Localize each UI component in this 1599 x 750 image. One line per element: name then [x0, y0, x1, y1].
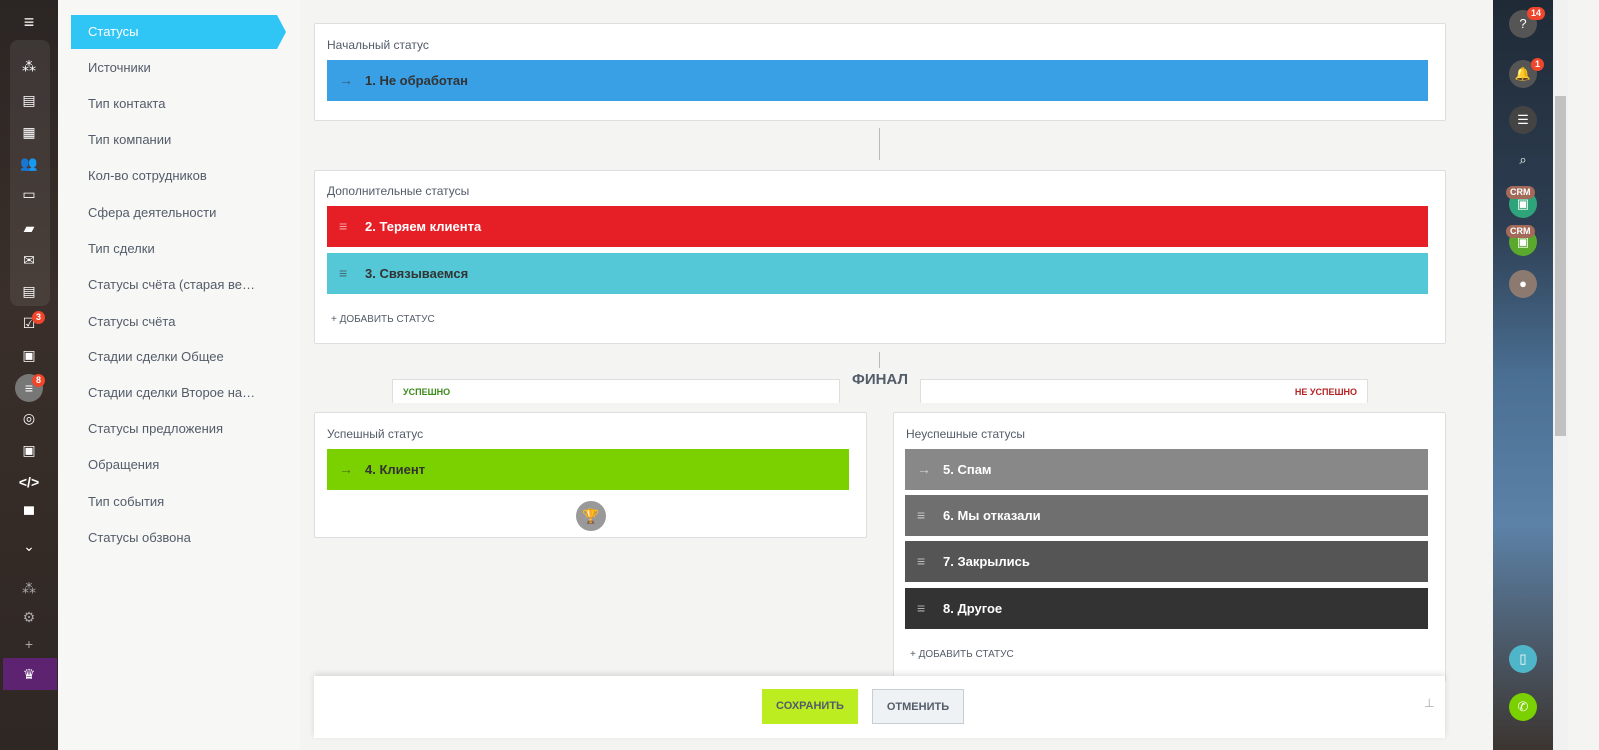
robot-icon[interactable]: ▣	[14, 438, 44, 462]
mobile-cloud-icon[interactable]: ▯	[1509, 645, 1537, 673]
calendar-icon[interactable]: ▦	[14, 120, 44, 144]
status-bar[interactable]: → 4. Клиент	[327, 449, 849, 490]
activity-icon[interactable]: ⁂	[14, 54, 44, 78]
gear-icon[interactable]: ⚙	[14, 605, 44, 629]
menu-item[interactable]: Тип компании	[88, 132, 171, 147]
tab-success[interactable]: УСПЕШНО	[392, 379, 840, 403]
drive-icon[interactable]: ▭	[14, 182, 44, 206]
messages-icon[interactable]: ☰	[1509, 106, 1537, 134]
mail-icon[interactable]: ✉	[14, 248, 44, 272]
status-bar[interactable]: → 5. Спам	[905, 449, 1428, 490]
right-bar: ? 14 🔔 1 ☰ ⌕ ▣ CRM ▣ CRM ● ▯ ✆	[1493, 0, 1553, 750]
status-name[interactable]: 2. Теряем клиента	[365, 219, 481, 234]
initial-status-panel: Начальный статус → 1. Не обработан	[314, 23, 1446, 121]
plus-icon[interactable]: +	[14, 632, 44, 656]
menu-item[interactable]: Тип сделки	[88, 241, 155, 256]
menu-item[interactable]: Статусы предложения	[88, 421, 223, 436]
more-chevron-icon[interactable]: ⌄	[14, 534, 44, 558]
crm-label: CRM	[1506, 186, 1535, 199]
target-icon[interactable]: ◎	[14, 406, 44, 430]
status-name[interactable]: 5. Спам	[943, 462, 992, 477]
menu-item[interactable]: Стадии сделки Общее	[88, 349, 224, 364]
status-name[interactable]: 6. Мы отказали	[943, 508, 1041, 523]
left-nav-bar: ≡ ⁂ ▤ ▦ 👥 ▭ ▰ ✉ ▤ ☑ 3 ▣ ≡ 8 ◎ ▣ </> ▀ ⌄ …	[0, 0, 58, 750]
status-name[interactable]: 8. Другое	[943, 601, 1002, 616]
settings-menu: Статусы Источники Тип контакта Тип компа…	[58, 0, 300, 750]
status-bar[interactable]: → 1. Не обработан	[327, 60, 1428, 101]
panel-label: Дополнительные статусы	[327, 184, 470, 198]
add-status-button[interactable]: + ДОБАВИТЬ СТАТУС	[331, 314, 435, 325]
panel-label: Неуспешные статусы	[906, 427, 1026, 441]
status-bar[interactable]: ≡ 7. Закрылись	[905, 541, 1428, 582]
news-icon[interactable]: ▤	[14, 88, 44, 112]
phone-icon[interactable]: ✆	[1509, 693, 1537, 721]
tab-fail[interactable]: НЕ УСПЕШНО	[920, 379, 1368, 403]
connector-line	[879, 128, 880, 160]
drag-handle-icon[interactable]: ≡	[917, 588, 925, 629]
status-name[interactable]: 3. Связываемся	[365, 266, 468, 281]
panel-label: Начальный статус	[327, 38, 429, 52]
menu-item[interactable]: Источники	[88, 60, 151, 75]
search-icon[interactable]: ⌕	[1509, 146, 1537, 174]
drag-handle-icon[interactable]: ≡	[917, 541, 925, 582]
status-name[interactable]: 4. Клиент	[365, 462, 425, 477]
trophy-icon: 🏆	[576, 501, 606, 531]
menu-item[interactable]: Тип контакта	[88, 96, 165, 111]
add-status-button[interactable]: + ДОБАВИТЬ СТАТУС	[910, 649, 1014, 660]
menu-item[interactable]: Статусы обзвона	[88, 530, 191, 545]
user-avatar[interactable]: ●	[1509, 270, 1537, 298]
drag-handle-icon[interactable]: ≡	[339, 206, 347, 247]
chat-icon[interactable]: ▰	[14, 216, 44, 240]
fail-panel: Неуспешные статусы → 5. Спам ≡ 6. Мы отк…	[893, 412, 1446, 682]
filter-badge: 8	[32, 374, 46, 387]
status-name[interactable]: 1. Не обработан	[365, 73, 468, 88]
footer-bar: СОХРАНИТЬ ОТМЕНИТЬ ⊥	[314, 676, 1445, 738]
help-badge: 14	[1527, 7, 1546, 20]
menu-item[interactable]: Кол-во сотрудников	[88, 168, 207, 183]
arrow-right-icon: →	[339, 72, 353, 88]
menu-item[interactable]: Стадии сделки Второе на…	[88, 385, 255, 400]
contact-card-icon[interactable]: ▣	[14, 343, 44, 367]
status-bar[interactable]: ≡ 6. Мы отказали	[905, 495, 1428, 536]
drag-handle-icon[interactable]: ≡	[917, 495, 925, 536]
status-name[interactable]: 7. Закрылись	[943, 554, 1030, 569]
status-bar[interactable]: ≡ 2. Теряем клиента	[327, 206, 1428, 247]
menu-item[interactable]: Сфера деятельности	[88, 205, 216, 220]
crown-icon: ♛	[22, 666, 36, 682]
status-bar[interactable]: ≡ 3. Связываемся	[327, 253, 1428, 294]
notification-badge: 1	[1531, 58, 1545, 71]
code-icon[interactable]: </>	[14, 470, 44, 494]
extra-statuses-panel: Дополнительные статусы ≡ 2. Теряем клиен…	[314, 170, 1446, 344]
tasks-badge: 3	[32, 311, 46, 324]
arrow-right-icon: →	[339, 461, 353, 477]
document-icon[interactable]: ▤	[14, 279, 44, 303]
final-title: ФИНАЛ	[840, 371, 920, 388]
menu-item[interactable]: Обращения	[88, 457, 159, 472]
connector-line	[879, 352, 880, 368]
save-button[interactable]: СОХРАНИТЬ	[762, 689, 858, 724]
cancel-button[interactable]: ОТМЕНИТЬ	[872, 689, 964, 724]
success-panel: Успешный статус → 4. Клиент 🏆	[314, 412, 867, 538]
status-bar[interactable]: ≡ 8. Другое	[905, 588, 1428, 629]
menu-item-statuses[interactable]: Статусы	[71, 15, 286, 49]
crm-label: CRM	[1506, 225, 1535, 238]
menu-item[interactable]: Статусы счёта	[88, 314, 175, 329]
android-icon[interactable]: ▀	[14, 502, 44, 526]
drag-handle-icon[interactable]: ≡	[339, 253, 347, 294]
hamburger-menu-icon[interactable]: ≡	[14, 10, 44, 34]
group-icon[interactable]: 👥	[14, 151, 44, 175]
menu-item[interactable]: Тип события	[88, 494, 164, 509]
pin-icon[interactable]: ⊥	[1424, 696, 1434, 710]
panel-label: Успешный статус	[327, 427, 424, 441]
menu-item[interactable]: Статусы счёта (старая ве…	[88, 277, 255, 292]
arrow-right-icon: →	[917, 461, 931, 477]
scrollbar-thumb[interactable]	[1555, 96, 1566, 436]
sitemap-icon[interactable]: ⁂	[14, 576, 44, 600]
